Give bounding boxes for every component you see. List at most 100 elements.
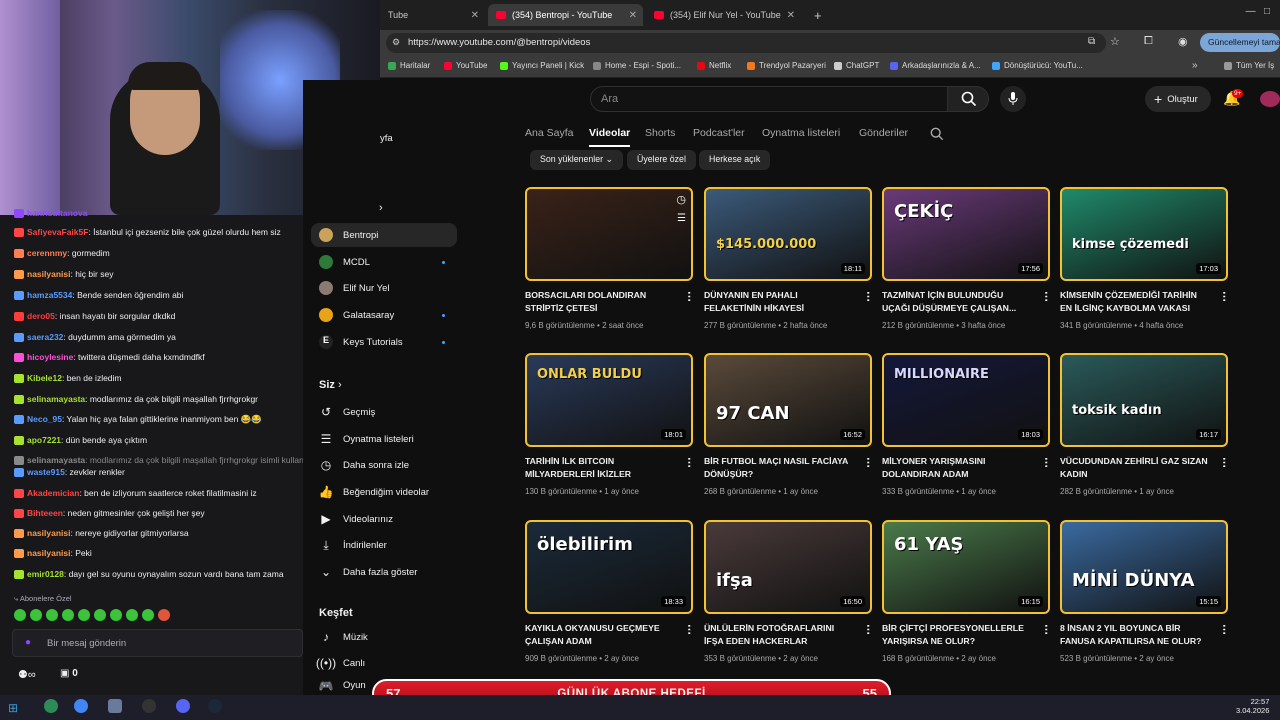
bookmark-item[interactable]: Arkadaşlarınızla & A...: [890, 61, 981, 70]
bookmark-folder[interactable]: Tüm Yer İş: [1224, 61, 1274, 70]
chat-username[interactable]: selinamayasta: [27, 455, 85, 465]
sidebar-item-keys[interactable]: E Keys Tutorials: [311, 330, 457, 354]
emote-icon[interactable]: [158, 609, 170, 621]
search-button[interactable]: [947, 86, 989, 112]
video-thumbnail[interactable]: kimse çözemedi 17:03: [1060, 187, 1228, 281]
site-info-icon[interactable]: ⚙: [392, 37, 400, 48]
app-icon[interactable]: [108, 699, 122, 713]
video-thumbnail[interactable]: MILLIONAIRE 18:03: [882, 353, 1050, 447]
bookmark-item[interactable]: ChatGPT: [834, 61, 879, 70]
profile-icon[interactable]: ◉: [1178, 35, 1188, 48]
chip-members[interactable]: Üyelere özel: [627, 150, 696, 170]
sidebar-item-mcdl[interactable]: MCDL: [311, 250, 457, 274]
update-button[interactable]: Güncellemeyi tamam: [1200, 33, 1280, 52]
video-thumbnail[interactable]: $145.000.000 18:11: [704, 187, 872, 281]
close-icon[interactable]: ✕: [471, 10, 479, 21]
new-tab-button[interactable]: +: [806, 4, 826, 26]
sidebar-item-liked[interactable]: 👍 Beğendiğim videolar: [311, 480, 457, 504]
chat-username[interactable]: SafiyevaFaik5F: [27, 227, 88, 237]
chat-username[interactable]: hanrisultanova: [27, 208, 87, 218]
discord-icon[interactable]: [176, 699, 190, 713]
more-options-icon[interactable]: ⋯: [1218, 624, 1230, 635]
sidebar-item-playlists[interactable]: ☰ Oynatma listeleri: [311, 427, 457, 451]
chat-input[interactable]: ● Bir mesaj gönderin: [12, 629, 303, 657]
sidebar-item-show-more[interactable]: ⌄ Daha fazla göster: [311, 560, 457, 584]
browser-tab-active[interactable]: (354) Bentropi - YouTube ✕: [488, 4, 643, 26]
chat-username[interactable]: apo7221: [27, 435, 61, 445]
chat-username[interactable]: Akademician: [27, 488, 79, 498]
app-icon[interactable]: [44, 699, 58, 713]
chat-username[interactable]: hicoylesine: [27, 352, 73, 362]
sidebar-item-bentropi[interactable]: Bentropi: [311, 223, 457, 247]
avatar[interactable]: [1260, 91, 1280, 107]
chat-username[interactable]: hamza5534: [27, 290, 72, 300]
video-title[interactable]: BORSACILARI DOLANDIRAN STRİPTİZ ÇETESİ: [525, 289, 675, 314]
sidebar-item-elif[interactable]: Elif Nur Yel: [311, 276, 457, 300]
install-icon[interactable]: ⧉: [1088, 36, 1095, 47]
video-title[interactable]: ÜNLÜLERİN FOTOĞRAFLARINI İFŞA EDEN HACKE…: [704, 622, 854, 647]
browser-tab[interactable]: Tube ✕: [380, 4, 485, 26]
watch-later-icon[interactable]: ◷: [676, 193, 686, 206]
video-card[interactable]: ölebilirim 18:33 KAYIKLA OKYANUSU GEÇMEYE …: [525, 520, 695, 670]
star-icon[interactable]: ☆: [1110, 35, 1120, 48]
more-options-icon[interactable]: ⋯: [683, 291, 695, 302]
voice-search-button[interactable]: [1000, 86, 1026, 112]
bookmark-item[interactable]: Netflix: [697, 61, 731, 70]
more-options-icon[interactable]: ⋯: [862, 457, 874, 468]
clock[interactable]: 22:57 3.04.2026: [1236, 697, 1269, 715]
search-input[interactable]: Ara: [590, 86, 948, 112]
video-title[interactable]: DÜNYANIN EN PAHALI FELAKETİNİN HİKAYESİ: [704, 289, 854, 314]
video-card[interactable]: toksik kadın 16:17 VÜCUDUNDAN ZEHİRLİ GAZ …: [1060, 353, 1230, 503]
bookmark-item[interactable]: Yayıncı Paneli | Kick: [500, 61, 584, 70]
emote-icon[interactable]: [14, 609, 26, 621]
video-title[interactable]: MİLYONER YARIŞMASINI DOLANDIRAN ADAM: [882, 455, 1032, 480]
video-thumbnail[interactable]: 97 CAN 16:52: [704, 353, 872, 447]
emote-icon[interactable]: [46, 609, 58, 621]
chrome-icon[interactable]: [74, 699, 88, 713]
video-card[interactable]: ifşa 16:50 ÜNLÜLERİN FOTOĞRAFLARINI İFŞA E…: [704, 520, 874, 670]
sidebar-item-downloads[interactable]: ⤓ İndirilenler: [311, 533, 457, 557]
sidebar-item-your-videos[interactable]: ▶ Videolarınız: [311, 507, 457, 531]
emote-icon[interactable]: [142, 609, 154, 621]
chat-username[interactable]: cerennmy: [27, 248, 67, 258]
emote-icon[interactable]: [94, 609, 106, 621]
chat-username[interactable]: emir0128: [27, 569, 64, 579]
more-options-icon[interactable]: ⋯: [1040, 457, 1052, 468]
windows-start-icon[interactable]: ⊞: [8, 701, 18, 715]
video-title[interactable]: BİR ÇİFTÇİ PROFESYONELLERLE YARIŞIRSA NE…: [882, 622, 1032, 647]
extensions-icon[interactable]: ⧠: [1144, 35, 1153, 48]
bookmark-item[interactable]: Home - Espi - Spoti...: [593, 61, 681, 70]
chevron-right-icon[interactable]: ›: [379, 202, 383, 214]
chat-username[interactable]: Kibele12: [27, 373, 62, 383]
emote-icon[interactable]: [126, 609, 138, 621]
chat-username[interactable]: nasilyanisi: [27, 269, 70, 279]
video-card[interactable]: kimse çözemedi 17:03 KİMSENİN ÇÖZEMEDİĞİ T…: [1060, 187, 1230, 337]
more-options-icon[interactable]: ⋯: [862, 291, 874, 302]
emote-icon[interactable]: [78, 609, 90, 621]
video-card[interactable]: 97 CAN 16:52 BİR FUTBOL MAÇI NASIL FACİAYA…: [704, 353, 874, 503]
chat-username[interactable]: selinamayasta: [27, 394, 85, 404]
video-card[interactable]: 61 YAŞ 16:15 BİR ÇİFTÇİ PROFESYONELLERLE Y…: [882, 520, 1052, 670]
points-icon[interactable]: ⚉∞: [18, 668, 36, 681]
browser-tab[interactable]: (354) Elif Nur Yel - YouTube ✕: [646, 4, 801, 26]
sidebar-item-history[interactable]: ↺ Geçmiş: [311, 400, 457, 424]
chat-username[interactable]: Bihteeen: [27, 508, 63, 518]
video-title[interactable]: 8 İNSAN 2 YIL BOYUNCA BİR FANUSA KAPATIL…: [1060, 622, 1210, 647]
video-card[interactable]: $145.000.000 18:11 DÜNYANIN EN PAHALI FELA…: [704, 187, 874, 337]
chip-latest[interactable]: Son yüklenenler ⌄: [530, 150, 623, 170]
tab-home[interactable]: Ana Sayfa: [525, 127, 573, 139]
video-thumbnail[interactable]: ÇEKİÇ 17:56: [882, 187, 1050, 281]
emote-icon[interactable]: [62, 609, 74, 621]
emote-icon[interactable]: [30, 609, 42, 621]
more-bookmarks-icon[interactable]: »: [1192, 60, 1198, 71]
video-thumbnail[interactable]: 61 YAŞ 16:15: [882, 520, 1050, 614]
bookmark-item[interactable]: Haritalar: [388, 61, 430, 70]
chat-username[interactable]: nasilyanisi: [27, 528, 70, 538]
chat-username[interactable]: waste915: [27, 467, 65, 477]
video-thumbnail[interactable]: toksik kadın 16:17: [1060, 353, 1228, 447]
video-title[interactable]: VÜCUDUNDAN ZEHİRLİ GAZ SIZAN KADIN: [1060, 455, 1210, 480]
video-title[interactable]: TARİHİN İLK BITCOIN MİLYARDERLERİ İKİZLE…: [525, 455, 675, 480]
chip-public[interactable]: Herkese açık: [699, 150, 771, 170]
sidebar-item-music[interactable]: ♪ Müzik: [311, 625, 457, 649]
more-options-icon[interactable]: ⋯: [683, 624, 695, 635]
